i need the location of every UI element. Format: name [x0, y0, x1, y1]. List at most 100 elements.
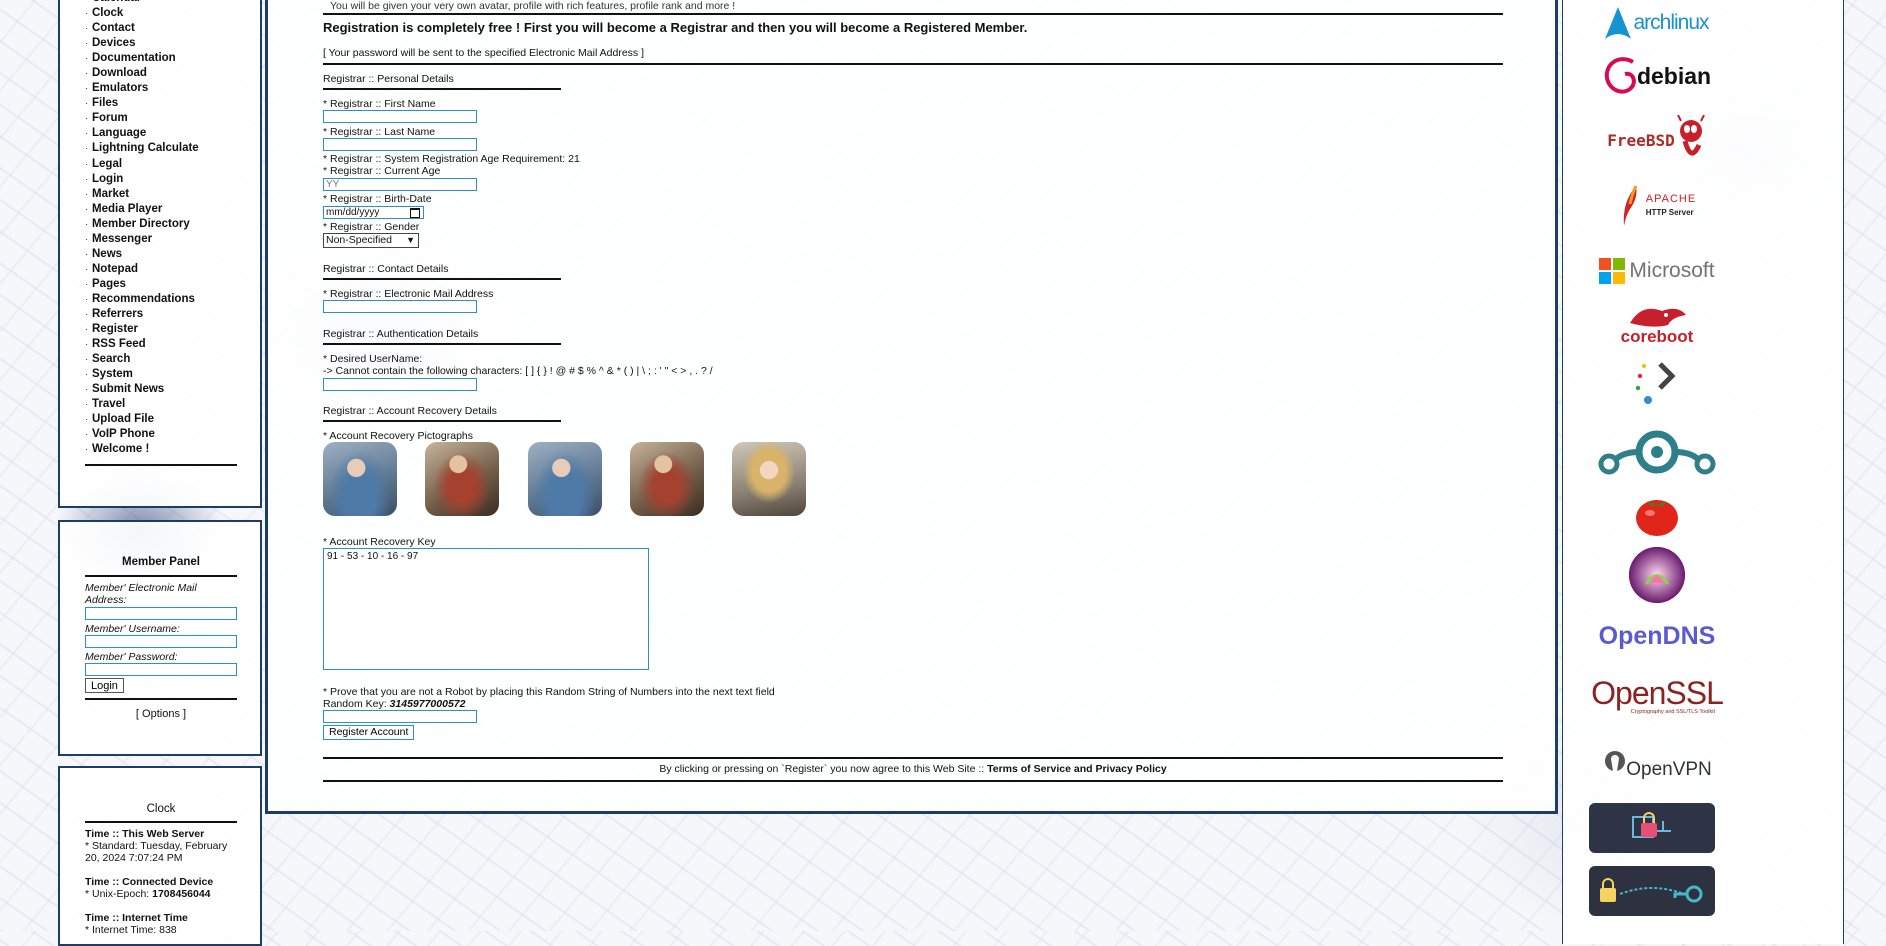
nav-item-submit-news[interactable]: · Submit News: [85, 382, 199, 397]
nav-item-media-player[interactable]: · Media Player: [85, 202, 199, 217]
member-panel-divider: [85, 575, 237, 577]
recovery-pictograph-3[interactable]: [528, 442, 602, 516]
lineage-logo[interactable]: [1595, 424, 1719, 480]
first-name-input[interactable]: [323, 110, 477, 123]
nav-item-lightning-calculate[interactable]: · Lightning Calculate: [85, 141, 199, 156]
gender-select[interactable]: Non-Specified ▼: [323, 233, 419, 248]
nav-item-recommendations[interactable]: · Recommendations: [85, 292, 199, 307]
apache-logo[interactable]: APACHE HTTP Server: [1595, 178, 1719, 234]
member-password-input[interactable]: [85, 663, 237, 676]
bullet-icon: ·: [85, 308, 88, 319]
register-account-button[interactable]: Register Account: [323, 725, 415, 740]
random-key-label: Random Key:: [323, 698, 390, 710]
random-key-line: Random Key: 3145977000572: [323, 698, 465, 710]
archlinux-logo[interactable]: archlinux: [1595, 0, 1719, 51]
nav-item-devices[interactable]: · Devices: [85, 36, 199, 51]
nav-item-documentation[interactable]: · Documentation: [85, 51, 199, 66]
openssl-logo[interactable]: OpenSSL Cryptography and SSL/TLS Toolkit: [1591, 668, 1724, 724]
random-key-input[interactable]: [323, 710, 477, 723]
nav-item-download[interactable]: · Download: [85, 66, 199, 81]
nav-item-pages[interactable]: · Pages: [85, 277, 199, 292]
recovery-pictograph-4[interactable]: [630, 442, 704, 516]
nav-item-search[interactable]: · Search: [85, 352, 199, 367]
unix-epoch-label: * Unix-Epoch:: [85, 888, 153, 900]
nav-item-label: Upload File: [92, 413, 154, 426]
footer-divider-top: [323, 757, 1503, 759]
options-link[interactable]: [ Options ]: [85, 708, 237, 720]
nav-item-system[interactable]: · System: [85, 367, 199, 382]
lineage-ring-icon: [1598, 430, 1716, 475]
unix-epoch: * Unix-Epoch: 1708456044: [85, 888, 237, 900]
nav-item-upload-file[interactable]: · Upload File: [85, 412, 199, 427]
dots-chevron-logo[interactable]: [1595, 356, 1719, 408]
nav-item-referrers[interactable]: · Referrers: [85, 307, 199, 322]
debian-logo[interactable]: debian: [1595, 48, 1719, 104]
nav-item-label: Documentation: [92, 52, 176, 65]
nav-list: · Calendar · Clock · Contact · Devices · Document…: [85, 0, 199, 457]
current-age-input[interactable]: YY: [323, 178, 477, 191]
nav-item-contact[interactable]: · Contact: [85, 21, 199, 36]
bullet-icon: ·: [85, 429, 88, 440]
gender-label: * Registrar :: Gender: [323, 221, 420, 233]
recovery-pictograph-5[interactable]: [732, 442, 806, 516]
nav-item-messenger[interactable]: · Messenger: [85, 232, 199, 247]
nav-item-travel[interactable]: · Travel: [85, 397, 199, 412]
opendns-logo[interactable]: OpenDNS: [1595, 608, 1719, 664]
login-button[interactable]: Login: [85, 678, 124, 693]
freebsd-logo[interactable]: FreeBSD: [1595, 112, 1719, 168]
nav-item-label: Pages: [92, 277, 126, 290]
nav-item-forum[interactable]: · Forum: [85, 111, 199, 126]
terms-link[interactable]: Terms of Service and Privacy Policy: [987, 763, 1167, 775]
apache-logo-text: APACHE HTTP Server: [1646, 193, 1696, 219]
clock-title: Clock: [146, 803, 176, 815]
tomato-logo[interactable]: [1595, 486, 1719, 542]
recovery-key-textarea[interactable]: 91 - 53 - 10 - 16 - 97: [323, 548, 649, 670]
bullet-icon: ·: [85, 128, 88, 139]
coreboot-logo[interactable]: coreboot: [1595, 299, 1719, 351]
username-input[interactable]: [323, 378, 477, 391]
openssl-logo-text: OpenSSL: [1591, 675, 1724, 711]
bullet-icon: ·: [85, 23, 88, 34]
nav-item-rss-feed[interactable]: · RSS Feed: [85, 337, 199, 352]
nav-item-clock[interactable]: · Clock: [85, 6, 199, 21]
nav-item-market[interactable]: · Market: [85, 187, 199, 202]
birth-date-placeholder: mm/dd/yyyy: [326, 207, 380, 218]
recovery-pictograph-2[interactable]: [425, 442, 499, 516]
nav-item-voip-phone[interactable]: · VoIP Phone: [85, 427, 199, 442]
birth-date-label: * Registrar :: Birth-Date: [323, 193, 432, 205]
email-input[interactable]: [323, 300, 477, 313]
member-email-input[interactable]: [85, 607, 237, 620]
birth-date-input[interactable]: mm/dd/yyyy: [323, 206, 424, 219]
nav-item-legal[interactable]: · Legal: [85, 157, 199, 172]
lotus-logo[interactable]: [1595, 546, 1719, 604]
nav-item-label: System: [92, 368, 133, 381]
nav-item-notepad[interactable]: · Notepad: [85, 262, 199, 277]
headline-divider: [323, 63, 1503, 65]
recovery-key-label: * Account Recovery Key: [323, 536, 436, 548]
nav-item-label: Files: [92, 97, 119, 110]
apache-logo-subtitle: HTTP Server: [1645, 208, 1694, 217]
bullet-icon: ·: [85, 38, 88, 49]
debian-logo-text: debian: [1636, 62, 1712, 89]
bullet-icon: ·: [85, 384, 88, 395]
privacy-badge-logo[interactable]: [1589, 803, 1715, 853]
microsoft-logo[interactable]: Microsoft: [1595, 243, 1719, 299]
nav-item-language[interactable]: · Language: [85, 126, 199, 141]
nav-divider: [85, 464, 237, 466]
nav-item-emulators[interactable]: · Emulators: [85, 81, 199, 96]
bullet-icon: ·: [85, 293, 88, 304]
recovery-pictograph-1[interactable]: [323, 442, 397, 516]
nav-item-welcome[interactable]: · Welcome !: [85, 442, 199, 457]
encryption-key-logo[interactable]: [1589, 866, 1715, 916]
nav-item-files[interactable]: · Files: [85, 96, 199, 111]
last-name-input[interactable]: [323, 138, 477, 151]
apache-feather-icon: [1623, 185, 1638, 226]
nav-item-member-directory[interactable]: · Member Directory: [85, 217, 199, 232]
openvpn-logo[interactable]: OpenVPN: [1595, 736, 1719, 792]
calendar-icon[interactable]: [410, 208, 420, 218]
nav-item-register[interactable]: · Register: [85, 322, 199, 337]
nav-item-news[interactable]: · News: [85, 247, 199, 262]
beastie-icon: [1676, 115, 1705, 156]
member-username-input[interactable]: [85, 635, 237, 648]
nav-item-login[interactable]: · Login: [85, 172, 199, 187]
